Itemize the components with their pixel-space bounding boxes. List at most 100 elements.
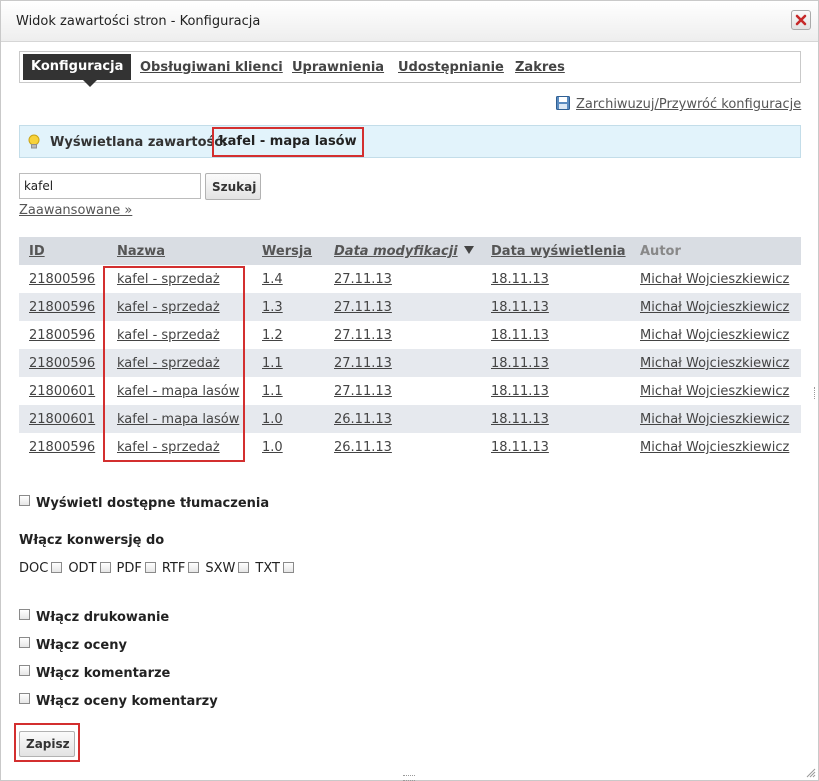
cell-modified[interactable]: 27.11.13 xyxy=(334,328,392,343)
comment-ratings-checkbox[interactable] xyxy=(19,693,30,704)
cell-displayed[interactable]: 18.11.13 xyxy=(491,384,549,399)
cell-modified[interactable]: 27.11.13 xyxy=(334,272,392,287)
cell-displayed[interactable]: 18.11.13 xyxy=(491,412,549,427)
option-ratings[interactable]: Włącz oceny xyxy=(19,637,127,653)
ratings-checkbox[interactable] xyxy=(19,637,30,648)
cell-displayed[interactable]: 18.11.13 xyxy=(491,356,549,371)
format-option-sxw[interactable]: SXW xyxy=(205,561,253,576)
cell-author[interactable]: Michał Wojcieszkiewicz xyxy=(640,272,789,287)
cell-name[interactable]: kafel - sprzedaż xyxy=(117,272,220,287)
printing-checkbox[interactable] xyxy=(19,609,30,620)
cell-id[interactable]: 21800596 xyxy=(29,328,95,343)
cell-version[interactable]: 1.4 xyxy=(262,272,283,287)
format-option-rtf[interactable]: RTF xyxy=(162,561,204,576)
format-checkbox-sxw[interactable] xyxy=(238,562,250,573)
format-option-pdf[interactable]: PDF xyxy=(117,561,160,576)
cell-displayed[interactable]: 18.11.13 xyxy=(491,328,549,343)
cell-version[interactable]: 1.3 xyxy=(262,300,283,315)
save-button[interactable]: Zapisz xyxy=(19,731,75,757)
cell-author[interactable]: Michał Wojcieszkiewicz xyxy=(640,412,789,427)
table-row: 21800601 kafel - mapa lasów 1.0 26.11.13 18.… xyxy=(19,405,801,433)
tab-zakres[interactable]: Zakres xyxy=(515,60,565,75)
cell-version[interactable]: 1.1 xyxy=(262,356,283,371)
cell-author[interactable]: Michał Wojcieszkiewicz xyxy=(640,300,789,315)
column-header-name[interactable]: Nazwa xyxy=(117,244,165,259)
column-header-id[interactable]: ID xyxy=(29,244,45,259)
displayed-content-bar: Wyświetlana zawartość: kafel - mapa lasó… xyxy=(19,125,801,158)
cell-name[interactable]: kafel - mapa lasów xyxy=(117,412,239,427)
cell-name[interactable]: kafel - mapa lasów xyxy=(117,384,239,399)
search-input[interactable] xyxy=(19,173,201,199)
tab-obslugiwani-klienci[interactable]: Obsługiwani klienci xyxy=(140,60,283,75)
table-body: 21800596 kafel - sprzedaż 1.4 27.11.13 18.11… xyxy=(19,265,801,461)
column-header-displayed[interactable]: Data wyświetlenia xyxy=(491,244,626,259)
tab-konfiguracja[interactable]: Konfiguracja xyxy=(23,54,132,80)
comments-checkbox[interactable] xyxy=(19,665,30,676)
cell-id[interactable]: 21800601 xyxy=(29,412,95,427)
format-option-odt[interactable]: ODT xyxy=(68,561,114,576)
cell-id[interactable]: 21800596 xyxy=(29,300,95,315)
column-header-version[interactable]: Wersja xyxy=(262,244,312,259)
cell-id[interactable]: 21800596 xyxy=(29,272,95,287)
bottom-resize-grip[interactable] xyxy=(403,775,415,781)
cell-version[interactable]: 1.2 xyxy=(262,328,283,343)
cell-displayed[interactable]: 18.11.13 xyxy=(491,272,549,287)
format-label: SXW xyxy=(205,561,236,576)
corner-resize-icon[interactable] xyxy=(806,768,816,778)
active-tab-pointer xyxy=(82,79,98,87)
cell-version[interactable]: 1.0 xyxy=(262,412,283,427)
advanced-search-link[interactable]: Zaawansowane » xyxy=(19,203,132,218)
option-printing[interactable]: Włącz drukowanie xyxy=(19,609,169,625)
format-checkbox-odt[interactable] xyxy=(99,562,111,573)
cell-id[interactable]: 21800601 xyxy=(29,384,95,399)
column-header-author: Autor xyxy=(640,244,681,259)
option-comments[interactable]: Włącz komentarze xyxy=(19,665,170,681)
cell-modified[interactable]: 26.11.13 xyxy=(334,412,392,427)
format-checkbox-rtf[interactable] xyxy=(188,562,200,573)
cell-displayed[interactable]: 18.11.13 xyxy=(491,300,549,315)
right-resize-grip[interactable] xyxy=(814,387,818,399)
conversion-title: Włącz konwersję do xyxy=(19,533,165,548)
table-row: 21800596 kafel - sprzedaż 1.4 27.11.13 18.11… xyxy=(19,265,801,293)
close-icon xyxy=(795,14,807,26)
translations-option[interactable]: Wyświetl dostępne tłumaczenia xyxy=(19,495,269,511)
format-option-txt[interactable]: TXT xyxy=(255,561,298,576)
cell-name[interactable]: kafel - sprzedaż xyxy=(117,328,220,343)
option-comment-ratings[interactable]: Włącz oceny komentarzy xyxy=(19,693,218,709)
tab-uprawnienia[interactable]: Uprawnienia xyxy=(292,60,384,75)
tab-udostepnianie[interactable]: Udostępnianie xyxy=(398,60,504,75)
printing-label: Włącz drukowanie xyxy=(36,610,170,625)
cell-author[interactable]: Michał Wojcieszkiewicz xyxy=(640,328,789,343)
displayed-content-label: Wyświetlana zawartość: xyxy=(50,135,228,150)
comments-label: Włącz komentarze xyxy=(36,666,171,681)
cell-displayed[interactable]: 18.11.13 xyxy=(491,440,549,455)
cell-modified[interactable]: 27.11.13 xyxy=(334,300,392,315)
column-header-modified[interactable]: Data modyfikacji xyxy=(334,244,474,259)
format-label: DOC xyxy=(19,561,49,576)
cell-version[interactable]: 1.0 xyxy=(262,440,283,455)
close-button[interactable] xyxy=(791,10,811,30)
search-button[interactable]: Szukaj xyxy=(205,173,261,200)
cell-version[interactable]: 1.1 xyxy=(262,384,283,399)
format-checkbox-doc[interactable] xyxy=(51,562,63,573)
cell-id[interactable]: 21800596 xyxy=(29,356,95,371)
format-label: TXT xyxy=(255,561,280,576)
cell-modified[interactable]: 27.11.13 xyxy=(334,356,392,371)
archive-link-text[interactable]: Zarchiwuzuj/Przywróć konfiguracje xyxy=(576,97,801,112)
column-header-modified-label[interactable]: Data modyfikacji xyxy=(334,244,458,259)
cell-author[interactable]: Michał Wojcieszkiewicz xyxy=(640,384,789,399)
format-checkbox-txt[interactable] xyxy=(282,562,294,573)
cell-modified[interactable]: 27.11.13 xyxy=(334,384,392,399)
format-option-doc[interactable]: DOC xyxy=(19,561,66,576)
cell-author[interactable]: Michał Wojcieszkiewicz xyxy=(640,440,789,455)
format-checkbox-pdf[interactable] xyxy=(144,562,156,573)
sort-desc-icon xyxy=(463,246,474,254)
cell-name[interactable]: kafel - sprzedaż xyxy=(117,440,220,455)
archive-restore-link[interactable]: Zarchiwuzuj/Przywróć konfiguracje xyxy=(556,96,801,112)
cell-author[interactable]: Michał Wojcieszkiewicz xyxy=(640,356,789,371)
cell-id[interactable]: 21800596 xyxy=(29,440,95,455)
cell-name[interactable]: kafel - sprzedaż xyxy=(117,300,220,315)
translations-checkbox[interactable] xyxy=(19,495,30,506)
cell-modified[interactable]: 26.11.13 xyxy=(334,440,392,455)
cell-name[interactable]: kafel - sprzedaż xyxy=(117,356,220,371)
